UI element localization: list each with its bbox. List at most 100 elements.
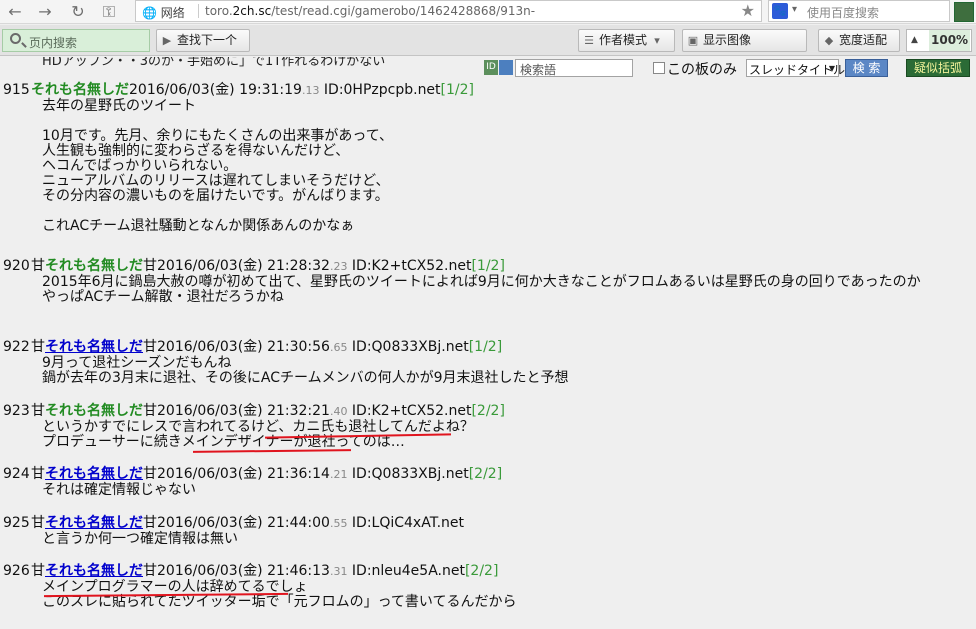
poster-id[interactable]: ID:LQiC4xAT.net bbox=[347, 515, 464, 531]
post-ms: .23 bbox=[329, 260, 348, 273]
show-images-button[interactable]: ▣ 显示图像 bbox=[682, 29, 807, 52]
zoom-control[interactable]: ▲ 100% bbox=[906, 29, 972, 52]
post-number[interactable]: 924 bbox=[3, 465, 31, 483]
bookmark-star-icon[interactable]: ★ bbox=[741, 1, 755, 20]
zoom-up-icon[interactable]: ▲ bbox=[911, 30, 918, 51]
poster-name: それも名無しだ bbox=[45, 258, 143, 274]
poster-id[interactable]: ID:nleu4e5A.net bbox=[347, 563, 465, 579]
key-icon[interactable]: ⚿ bbox=[98, 1, 120, 23]
fit-width-icon: ◆ bbox=[824, 34, 834, 47]
post-body: 去年の星野氏のツイート 10月です。先月、余りにもたくさんの出来事があって、 人… bbox=[42, 98, 394, 234]
back-icon[interactable]: ← bbox=[4, 1, 26, 23]
name-prefix: 甘 bbox=[31, 339, 45, 355]
poster-name-link[interactable]: それも名無しだ bbox=[45, 339, 143, 355]
post-ms: .31 bbox=[329, 565, 348, 578]
name-prefix: 甘 bbox=[31, 258, 45, 274]
poster-name-link[interactable]: それも名無しだ bbox=[45, 563, 143, 579]
post-body: それは確定情報じゃない bbox=[42, 482, 196, 498]
poster-id[interactable]: ID:K2+tCX52.net bbox=[347, 258, 472, 274]
post-header: 920甘それも名無しだ甘2016/06/03(金) 21:28:32.23 ID… bbox=[3, 257, 505, 275]
name-suffix: 甘 bbox=[143, 515, 157, 531]
keyword-input[interactable]: 検索語 bbox=[515, 59, 633, 77]
web-search-placeholder: 使用百度搜索 bbox=[807, 6, 880, 20]
poster-name: それも名無しだ bbox=[45, 403, 143, 419]
web-search-box[interactable]: 🐾 ▾ 使用百度搜索 bbox=[768, 0, 950, 22]
post-number[interactable]: 926 bbox=[3, 562, 31, 580]
cut-off-text: HDアップン・・3のか・手始めに」で1T作れるわけがない bbox=[42, 57, 386, 69]
poster-name-link[interactable]: それも名無しだ bbox=[45, 515, 143, 531]
name-suffix: 甘 bbox=[143, 563, 157, 579]
name-suffix: 甘 bbox=[143, 339, 157, 355]
zoom-level: 100% bbox=[929, 30, 971, 51]
thread-page: HDアップン・・3のか・手始めに」で1T作れるわけがない ID 検索語 この板の… bbox=[0, 57, 976, 629]
post-number[interactable]: 923 bbox=[3, 402, 31, 420]
post-number[interactable]: 920 bbox=[3, 257, 31, 275]
site-identity[interactable]: 🌐 网络 bbox=[142, 4, 185, 21]
search-button[interactable]: 検 索 bbox=[845, 59, 888, 77]
id-count[interactable]: [2/2] bbox=[471, 403, 504, 419]
id-count[interactable]: [2/2] bbox=[465, 563, 498, 579]
post-header: 924甘それも名無しだ甘2016/06/03(金) 21:36:14.21 ID… bbox=[3, 465, 502, 483]
poster-id[interactable]: ID:Q0833XBj.net bbox=[347, 466, 469, 482]
poster-name-link[interactable]: それも名無しだ bbox=[45, 466, 143, 482]
url-text[interactable]: toro.2ch.sc/test/read.cgi/gamerobo/14624… bbox=[205, 4, 535, 18]
post-body: 9月って退社シーズンだもんね 鍋が去年の3月末に退社、その後にACチームメンバの… bbox=[42, 355, 569, 386]
id-toggle-icon[interactable]: ID bbox=[484, 60, 498, 75]
id-count[interactable]: [1/2] bbox=[441, 82, 474, 98]
post-date: 2016/06/03(金) 21:44:00 bbox=[157, 515, 330, 531]
post-ms: .40 bbox=[329, 405, 348, 418]
post-ms: .13 bbox=[301, 84, 320, 97]
name-prefix: 甘 bbox=[31, 563, 45, 579]
id-count[interactable]: [2/2] bbox=[469, 466, 502, 482]
poster-id[interactable]: ID:K2+tCX52.net bbox=[347, 403, 472, 419]
post-header: 922甘それも名無しだ甘2016/06/03(金) 21:30:56.65 ID… bbox=[3, 338, 502, 356]
post-body: 2015年6月に鍋島大赦の噂が初めて出て、星野氏のツイートによれば9月に何か大き… bbox=[42, 274, 921, 305]
post-date: 2016/06/03(金) 21:28:32 bbox=[157, 258, 330, 274]
search-engine-dropdown-icon[interactable]: ▾ bbox=[792, 4, 797, 15]
poster-id[interactable]: ID:Q0833XBj.net bbox=[347, 339, 469, 355]
post-number[interactable]: 922 bbox=[3, 338, 31, 356]
name-suffix: 甘 bbox=[143, 466, 157, 482]
post-date: 2016/06/03(金) 21:36:14 bbox=[157, 466, 330, 482]
red-underline-annotation bbox=[192, 449, 352, 453]
extension-icon[interactable] bbox=[954, 2, 974, 22]
find-bar: 页内搜索 ▶ 查找下一个 ☰ 作者模式 ▾ ▣ 显示图像 ◆ 宽度适配 ▲ 100% bbox=[0, 25, 976, 56]
post-number[interactable]: 915 bbox=[3, 81, 31, 99]
post-date: 2016/06/03(金) 21:46:13 bbox=[157, 563, 330, 579]
list-icon: ☰ bbox=[584, 34, 594, 47]
name-prefix: 甘 bbox=[31, 403, 45, 419]
browser-toolbar: ← → ↻ ⚿ 🌐 网络 toro.2ch.sc/test/read.cgi/g… bbox=[0, 0, 976, 24]
pseudo-brackets-button[interactable]: 疑似括弧 bbox=[906, 59, 970, 77]
poster-id[interactable]: ID:0HPzpcpb.net bbox=[319, 82, 441, 98]
reload-icon[interactable]: ↻ bbox=[67, 1, 89, 23]
chevron-down-icon: ▾ bbox=[654, 34, 660, 47]
baidu-paw-icon[interactable]: 🐾 bbox=[772, 3, 788, 19]
id-count[interactable]: [1/2] bbox=[469, 339, 502, 355]
post-header: 923甘それも名無しだ甘2016/06/03(金) 21:32:21.40 ID… bbox=[3, 402, 505, 420]
post-ms: .21 bbox=[329, 468, 348, 481]
address-bar[interactable]: 🌐 网络 toro.2ch.sc/test/read.cgi/gamerobo/… bbox=[135, 0, 762, 22]
find-placeholder: 页内搜索 bbox=[29, 36, 78, 50]
find-in-page-input[interactable]: 页内搜索 bbox=[2, 29, 150, 52]
author-mode-button[interactable]: ☰ 作者模式 ▾ bbox=[578, 29, 675, 52]
post-date: 2016/06/03(金) 21:32:21 bbox=[157, 403, 330, 419]
chevron-down-icon: ▼ bbox=[828, 64, 835, 73]
address-divider bbox=[198, 4, 199, 18]
settings-gear-icon[interactable] bbox=[499, 60, 513, 75]
image-icon: ▣ bbox=[687, 34, 699, 47]
forward-icon[interactable]: → bbox=[34, 1, 56, 23]
find-next-button[interactable]: ▶ 查找下一个 bbox=[156, 29, 250, 52]
post-date: 2016/06/03(金) 19:31:19 bbox=[129, 82, 302, 98]
board-only-checkbox[interactable] bbox=[653, 62, 665, 74]
name-prefix: 甘 bbox=[31, 515, 45, 531]
post-ms: .55 bbox=[329, 517, 348, 530]
post-ms: .65 bbox=[329, 341, 348, 354]
fit-width-button[interactable]: ◆ 宽度适配 bbox=[818, 29, 900, 52]
post-number[interactable]: 925 bbox=[3, 514, 31, 532]
board-only-label: この板のみ bbox=[667, 62, 737, 78]
poster-name: それも名無しだ bbox=[31, 82, 129, 98]
name-prefix: 甘 bbox=[31, 466, 45, 482]
id-count[interactable]: [1/2] bbox=[471, 258, 504, 274]
name-suffix: 甘 bbox=[143, 403, 157, 419]
scope-select[interactable]: スレッドタイトル ▼ bbox=[746, 59, 845, 77]
